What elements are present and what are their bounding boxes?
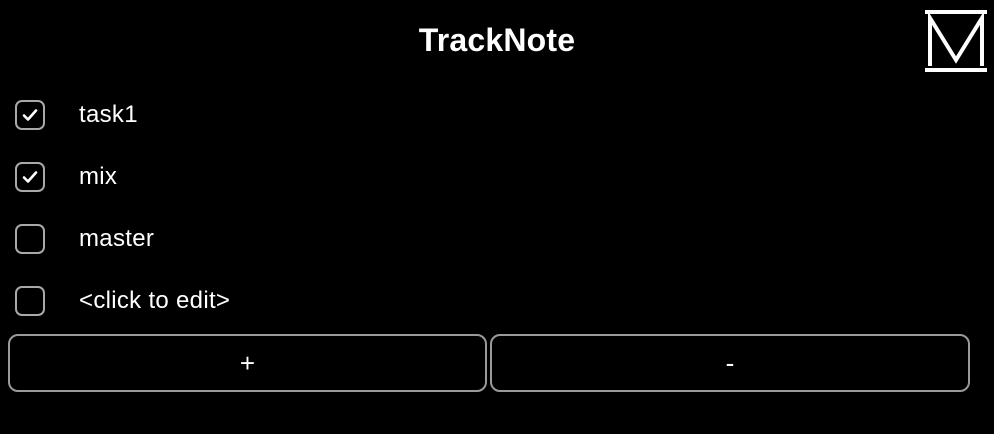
list-item-master: master <box>0 210 994 270</box>
task-checkbox[interactable] <box>15 162 45 192</box>
task-label[interactable]: master <box>79 224 154 254</box>
app-title: TrackNote <box>418 22 576 58</box>
checkmark-icon <box>22 171 38 183</box>
task-label[interactable]: <click to edit> <box>79 286 230 316</box>
task-label[interactable]: mix <box>79 162 117 192</box>
checkmark-icon <box>22 109 38 121</box>
list-item-task1: task1 <box>0 86 994 146</box>
task-checkbox[interactable] <box>15 100 45 130</box>
m-logo-icon <box>925 10 987 72</box>
task-checkbox[interactable] <box>15 286 45 316</box>
task-checkbox[interactable] <box>15 224 45 254</box>
list-item-new-task: <click to edit> <box>0 272 994 332</box>
task-label[interactable]: task1 <box>79 100 138 130</box>
remove-task-button[interactable]: - <box>490 334 970 392</box>
add-task-button[interactable]: + <box>8 334 487 392</box>
list-item-mix: mix <box>0 148 994 208</box>
